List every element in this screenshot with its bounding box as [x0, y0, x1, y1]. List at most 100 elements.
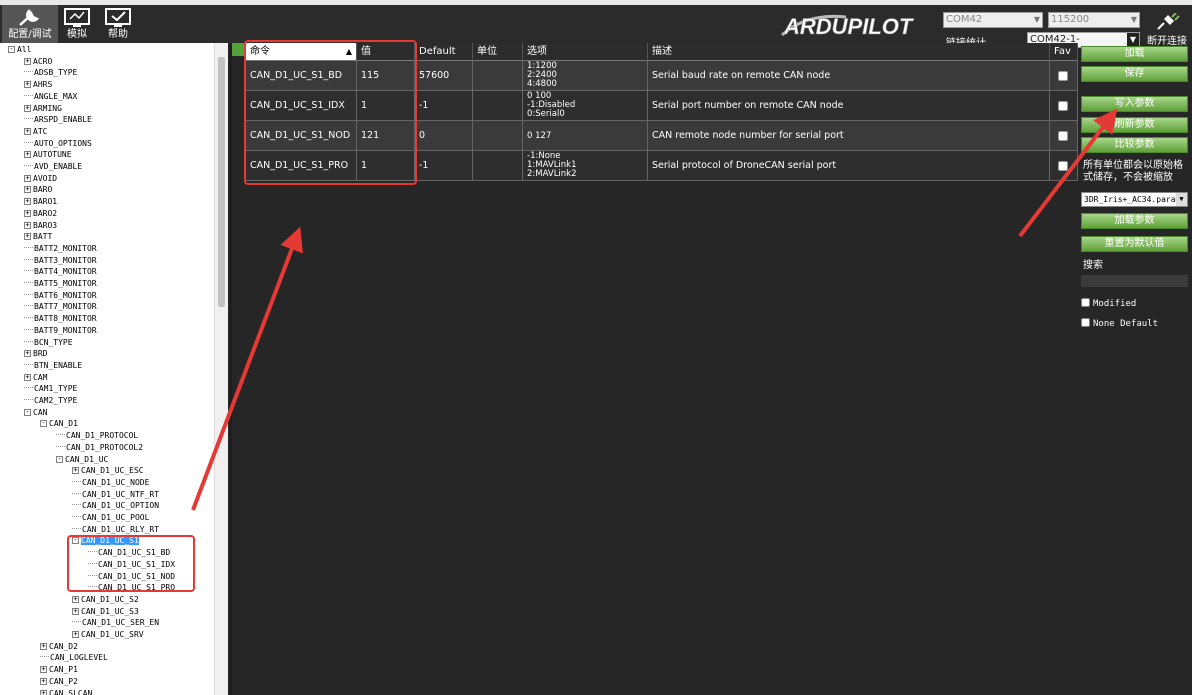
expand-icon[interactable]: + — [40, 677, 47, 685]
expand-icon[interactable]: + — [72, 631, 79, 638]
expand-icon[interactable]: + — [24, 221, 31, 229]
expand-icon[interactable]: + — [24, 186, 31, 194]
tree-node[interactable]: CAN_D1_UC_NODE — [72, 477, 149, 488]
tree-node[interactable]: CAN_D1_PROTOCOL2 — [56, 442, 143, 453]
tree-node[interactable]: + CAN_D1_UC_S2 — [72, 594, 139, 605]
header-unit[interactable]: 单位 — [473, 43, 523, 61]
tree-node[interactable]: BATT5_MONITOR — [24, 278, 97, 289]
tree-node[interactable]: - CAN — [24, 407, 47, 418]
expand-icon[interactable]: + — [24, 104, 31, 112]
none-default-checkbox[interactable]: None Default — [1081, 318, 1158, 330]
tree-node[interactable]: AUTO_OPTIONS — [24, 138, 92, 149]
expand-icon[interactable]: + — [40, 642, 47, 650]
fav-checkbox[interactable] — [1058, 131, 1068, 141]
expand-icon[interactable]: + — [40, 666, 47, 674]
collapse-icon[interactable]: - — [8, 46, 15, 53]
checkbox-box[interactable] — [1081, 318, 1090, 327]
expand-icon[interactable]: + — [24, 209, 31, 217]
tree-node[interactable]: CAN_D1_UC_SER_EN — [72, 617, 159, 628]
com-port-select[interactable]: COM42 ▼ — [943, 12, 1043, 28]
tree-scrollbar-thumb[interactable] — [218, 57, 225, 307]
expand-icon[interactable]: + — [24, 350, 31, 358]
collapse-icon[interactable]: - — [24, 408, 31, 416]
tree-node[interactable]: + CAN_D1_UC_ESC — [72, 465, 144, 476]
param-file-select[interactable]: 3DR_Iris+_AC34.param ▼ — [1081, 192, 1188, 207]
tree-node[interactable]: + CAN_P1 — [40, 664, 78, 675]
expand-icon[interactable]: + — [24, 198, 31, 206]
cell-fav[interactable] — [1050, 61, 1078, 91]
tree-node[interactable]: + CAN_P2 — [40, 676, 78, 687]
splitter[interactable] — [229, 43, 232, 695]
tree-node[interactable]: + AHRS — [24, 79, 52, 90]
tree-node[interactable]: CAN_LOGLEVEL — [40, 652, 108, 663]
tree-node[interactable]: + BRD — [24, 348, 47, 359]
tree-node[interactable]: + CAM — [24, 372, 47, 383]
load-preset-button[interactable]: 加载参数 — [1081, 213, 1188, 229]
tree-node[interactable]: + AVOID — [24, 173, 57, 184]
disconnect-button[interactable]: 断开连接 — [1144, 13, 1190, 47]
tree-node[interactable]: CAM2_TYPE — [24, 395, 77, 406]
tree-node[interactable]: + BARO — [24, 184, 52, 195]
cell-fav[interactable] — [1050, 121, 1078, 151]
expand-icon[interactable]: + — [24, 373, 31, 381]
splitter-tab[interactable] — [232, 43, 244, 56]
tree-node[interactable]: CAN_D1_UC_OPTION — [72, 500, 159, 511]
tree-node[interactable]: CAN_D1_PROTOCOL — [56, 430, 138, 441]
tree-node[interactable]: CAN_D1_UC_POOL — [72, 512, 149, 523]
modified-checkbox[interactable]: Modified — [1081, 298, 1136, 310]
refresh-params-button[interactable]: 刷新参数 — [1081, 117, 1188, 133]
tree-node[interactable]: BATT4_MONITOR — [24, 266, 97, 277]
expand-icon[interactable]: + — [72, 467, 79, 475]
tree-node[interactable]: BCN_TYPE — [24, 337, 73, 348]
tree-node[interactable]: ARSPD_ENABLE — [24, 114, 92, 125]
tree-node[interactable]: CAN_D1_UC_RLY_RT — [72, 524, 159, 535]
header-fav[interactable]: Fav — [1050, 43, 1078, 61]
tree-node[interactable]: + AUTOTUNE — [24, 149, 72, 160]
save-button[interactable]: 保存 — [1081, 66, 1188, 82]
cell-fav[interactable] — [1050, 91, 1078, 121]
expand-icon[interactable]: + — [24, 127, 31, 135]
tree-node[interactable]: BTN_ENABLE — [24, 360, 82, 371]
tree-node[interactable]: CAN_D1_UC_NTF_RT — [72, 489, 159, 500]
tree-node[interactable]: + ARMING — [24, 103, 62, 114]
expand-icon[interactable]: + — [40, 689, 47, 695]
tree-node[interactable]: + BARO1 — [24, 196, 57, 207]
collapse-icon[interactable]: - — [56, 455, 63, 463]
tree-node[interactable]: AVD_ENABLE — [24, 161, 82, 172]
header-default[interactable]: Default — [415, 43, 473, 61]
reset-default-button[interactable]: 重置为默认值 — [1081, 236, 1188, 252]
tree-node[interactable]: BATT8_MONITOR — [24, 313, 97, 324]
fav-checkbox[interactable] — [1058, 161, 1068, 171]
expand-icon[interactable]: + — [24, 174, 31, 182]
tree-node[interactable]: - All — [8, 44, 31, 55]
tree-node[interactable]: + CAN_D1_UC_S3 — [72, 606, 139, 617]
collapse-icon[interactable]: - — [40, 420, 47, 428]
tree-node[interactable]: + BATT — [24, 231, 52, 242]
tree-node[interactable]: - CAN_D1 — [40, 418, 78, 429]
expand-icon[interactable]: + — [72, 607, 79, 615]
tree-node[interactable]: BATT2_MONITOR — [24, 243, 97, 254]
parameter-tree[interactable]: - All + ACRO ADSB_TYPE + AHRS ANGLE_MAX + ARMING A… — [0, 43, 214, 695]
expand-icon[interactable]: + — [24, 81, 31, 89]
tree-node[interactable]: - CAN_D1_UC — [56, 454, 108, 465]
tree-node[interactable]: + CAN_D2 — [40, 641, 78, 652]
tree-node[interactable]: + ATC — [24, 126, 47, 137]
baud-rate-select[interactable]: 115200 ▼ — [1048, 12, 1140, 28]
tree-node[interactable]: ANGLE_MAX — [24, 91, 77, 102]
expand-icon[interactable]: + — [72, 595, 79, 603]
compare-params-button[interactable]: 比较参数 — [1081, 137, 1188, 153]
search-input[interactable] — [1081, 275, 1188, 287]
config-tuning-button[interactable]: 配置/调试 — [2, 5, 58, 43]
fav-checkbox[interactable] — [1058, 71, 1068, 81]
tree-node[interactable]: + BARO2 — [24, 208, 57, 219]
write-params-button[interactable]: 写入参数 — [1081, 96, 1188, 112]
tree-node[interactable]: CAM1_TYPE — [24, 383, 77, 394]
expand-icon[interactable]: + — [24, 233, 31, 241]
help-button[interactable]: 帮助 — [98, 5, 138, 43]
expand-icon[interactable]: + — [24, 57, 31, 65]
tree-node[interactable]: BATT6_MONITOR — [24, 290, 97, 301]
header-options[interactable]: 选项 — [523, 43, 648, 61]
fav-checkbox[interactable] — [1058, 101, 1068, 111]
load-button[interactable]: 加载 — [1081, 46, 1188, 62]
tree-scrollbar[interactable] — [214, 43, 228, 695]
